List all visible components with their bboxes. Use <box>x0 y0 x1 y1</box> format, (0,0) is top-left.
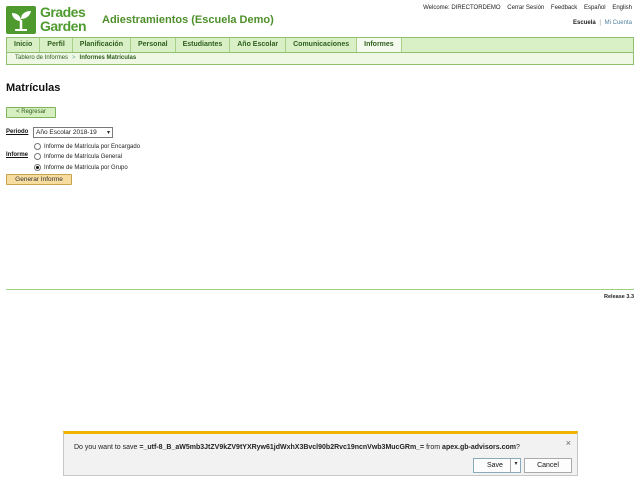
period-label: Periodo <box>6 129 29 135</box>
close-icon[interactable]: × <box>566 438 571 448</box>
main-nav: Inicio Perfil Planificación Personal Est… <box>6 37 634 53</box>
report-option-label: Informe de Matrícula General <box>44 153 123 160</box>
radio-encargado[interactable] <box>34 143 41 150</box>
app-header: Grades Garden Adiestramientos (Escuela D… <box>0 0 640 38</box>
breadcrumb-current: Informes Matrículas <box>79 55 137 61</box>
nav-personal[interactable]: Personal <box>131 38 176 52</box>
footer-divider <box>6 289 634 290</box>
nav-comunicaciones[interactable]: Comunicaciones <box>286 38 358 52</box>
download-prompt: Do you want to save =_utf-8_B_aW5mb3JtZV… <box>74 444 520 451</box>
download-domain: apex.gb-advisors.com <box>442 444 516 451</box>
grades-garden-logo[interactable]: Grades Garden <box>6 4 92 34</box>
prompt-middle: from <box>424 444 443 451</box>
nav-inicio[interactable]: Inicio <box>7 38 41 52</box>
report-option-general[interactable]: Informe de Matrícula General <box>34 152 122 161</box>
logo-wordmark: Grades Garden <box>40 4 87 34</box>
nav-estudiantes[interactable]: Estudiantes <box>176 38 231 52</box>
report-option-encargado[interactable]: Informe de Matrícula por Encargado <box>34 142 140 151</box>
feedback-link[interactable]: Feedback <box>551 5 577 11</box>
generate-report-button[interactable]: Generar Informe <box>6 174 72 185</box>
report-option-label: Informe de Matrícula por Encargado <box>44 143 141 150</box>
nav-informes[interactable]: Informes <box>357 38 402 52</box>
back-button[interactable]: < Regresar <box>6 107 56 118</box>
prompt-suffix: ? <box>515 444 520 451</box>
scope-school[interactable]: Escuela <box>573 20 596 26</box>
page-title: Matrículas <box>6 82 61 94</box>
period-select[interactable]: Año Escolar 2018-19 ▾ <box>33 127 113 138</box>
radio-grupo[interactable] <box>34 164 41 171</box>
download-filename: =_utf-8_B_aW5mb3JtZV9kZV9tYXRyw61jdWxhX3… <box>139 444 425 451</box>
cancel-button[interactable]: Cancel <box>524 458 572 473</box>
sprout-icon <box>6 6 36 34</box>
report-option-label: Informe de Matrícula por Grupo <box>44 164 128 171</box>
scope-switcher: Escuela | Mi Cuenta <box>573 20 632 26</box>
prompt-prefix: Do you want to save <box>74 444 140 451</box>
nav-perfil[interactable]: Perfil <box>40 38 73 52</box>
period-select-value: Año Escolar 2018-19 <box>36 129 97 136</box>
nav-ano-escolar[interactable]: Año Escolar <box>230 38 287 52</box>
welcome-text: Welcome: DIRECTORDEMO <box>423 5 501 11</box>
release-version: Release 3.3 <box>604 294 634 300</box>
scope-separator: | <box>599 20 601 26</box>
download-notification-bar: Do you want to save =_utf-8_B_aW5mb3JtZV… <box>63 431 578 476</box>
chevron-down-icon: ▾ <box>106 130 110 136</box>
language-en-link[interactable]: English <box>612 5 632 11</box>
report-option-grupo[interactable]: Informe de Matrícula por Grupo <box>34 163 128 172</box>
logout-link[interactable]: Cerrar Sesión <box>507 5 544 11</box>
language-es-link[interactable]: Español <box>584 5 606 11</box>
nav-planificacion[interactable]: Planificación <box>73 38 131 52</box>
report-label: Informe <box>6 152 29 158</box>
scope-my-account-link[interactable]: Mi Cuenta <box>605 20 632 26</box>
top-links: Welcome: DIRECTORDEMO Cerrar Sesión Feed… <box>423 5 632 11</box>
breadcrumb: Tablero de Informes > Informes Matrículas <box>6 53 634 65</box>
breadcrumb-parent-link[interactable]: Tablero de Informes <box>15 55 68 61</box>
save-options-chevron-icon[interactable]: ▾ <box>510 458 521 473</box>
breadcrumb-separator: > <box>72 55 76 61</box>
school-title: Adiestramientos (Escuela Demo) <box>102 14 274 26</box>
radio-general[interactable] <box>34 153 41 160</box>
